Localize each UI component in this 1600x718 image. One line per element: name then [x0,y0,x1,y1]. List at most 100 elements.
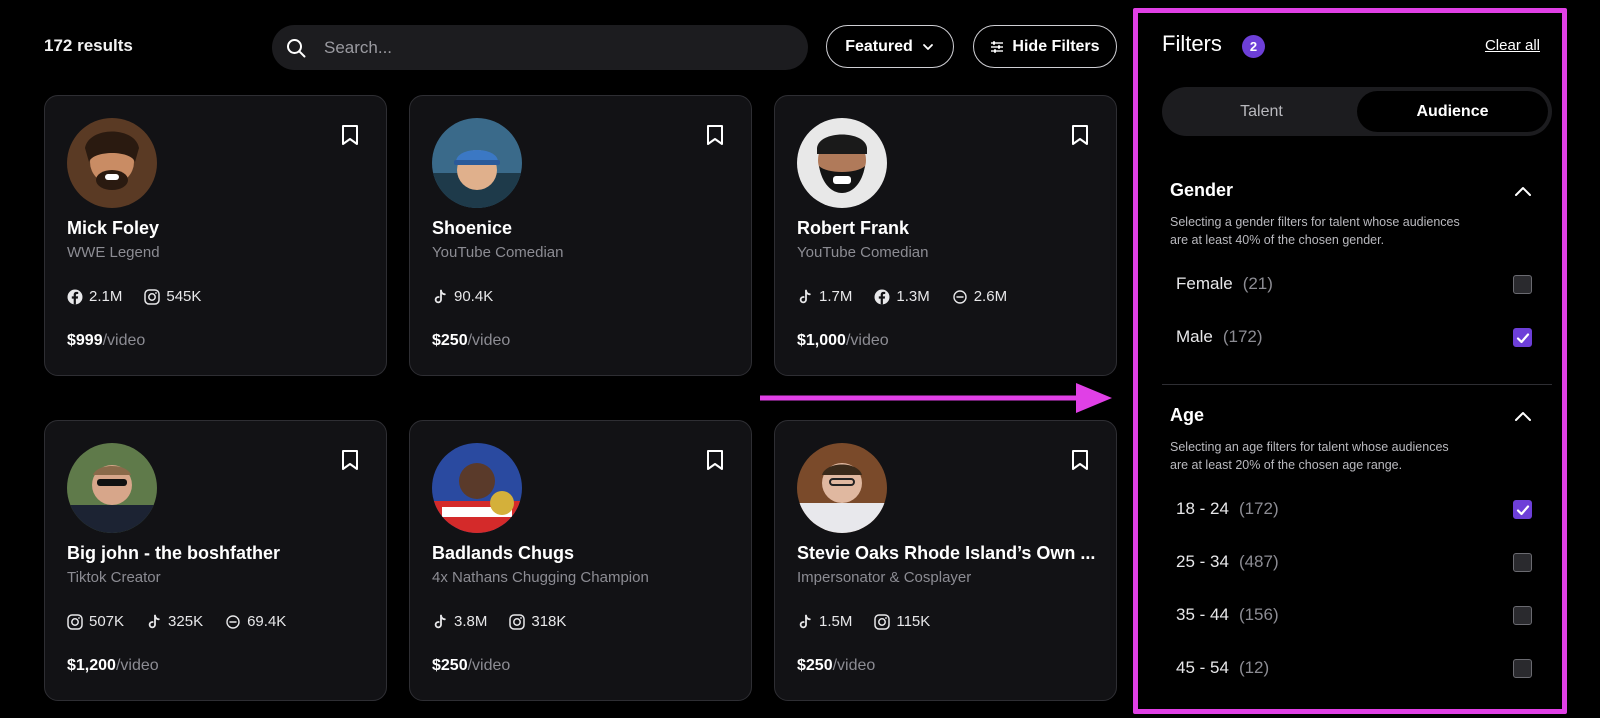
bookmark-icon[interactable] [340,124,360,146]
stat-value: 1.7M [819,288,853,305]
age-section-description: Selecting an age filters for talent whos… [1170,438,1530,474]
search-input[interactable] [324,37,808,58]
hide-filters-button[interactable]: Hide Filters [973,25,1117,68]
description-line: Selecting a gender filters for talent wh… [1170,215,1460,229]
sliders-icon [991,40,1004,53]
instagram-icon [144,289,160,305]
checkbox-female[interactable] [1513,275,1532,294]
checkmark-icon [1516,504,1529,515]
talent-role: 4x Nathans Chugging Champion [432,569,649,586]
avatar [67,443,157,533]
sort-dropdown[interactable]: Featured [826,25,954,68]
filter-panel: Filters 2 Clear all Talent Audience Gend… [1133,8,1567,714]
talent-card[interactable]: Robert Frank YouTube Comedian 1.7M 1.3M … [774,95,1117,376]
talent-card[interactable]: Big john - the boshfather Tiktok Creator… [44,420,387,701]
option-count: (172) [1222,327,1263,346]
talent-role: YouTube Comedian [432,244,564,261]
talent-card[interactable]: Shoenice YouTube Comedian 90.4K $250/vid… [409,95,752,376]
price-amount: $999 [67,332,103,349]
hide-filters-label: Hide Filters [1012,37,1100,55]
gender-option-male[interactable]: Male (172) [1176,327,1263,347]
bookmark-icon[interactable] [340,449,360,471]
price-unit: /video [845,332,889,349]
price-amount: $1,000 [797,332,846,349]
chevron-up-icon[interactable] [1514,410,1532,422]
stat-value: 1.5M [819,613,853,630]
tab-talent[interactable]: Talent [1166,91,1357,132]
talent-role: Impersonator & Cosplayer [797,569,972,586]
price-amount: $250 [432,332,468,349]
stat-value: 2.1M [89,288,123,305]
social-stats: 1.5M 115K [797,613,930,630]
stat-value: 2.6M [973,288,1008,305]
price: $250/video [432,657,510,675]
stat-value: 69.4K [247,613,287,630]
bookmark-icon[interactable] [705,449,725,471]
annotation-arrow-icon [760,383,1112,413]
stat-value: 115K [896,613,931,630]
filters-count-badge: 2 [1242,35,1265,58]
price-unit: /video [467,332,511,349]
gender-section-title[interactable]: Gender [1170,180,1233,201]
stat-value: 507K [89,613,125,630]
talent-role: YouTube Comedian [797,244,929,261]
social-stats: 2.1M 545K [67,288,201,305]
bookmark-icon[interactable] [1070,124,1090,146]
checkbox-18-24[interactable] [1513,500,1532,519]
talent-role: Tiktok Creator [67,569,161,586]
tiktok-icon [432,289,448,305]
price: $250/video [432,332,510,350]
talent-name: Big john - the boshfather [67,543,280,563]
price-unit: /video [467,657,511,674]
age-option-35-44[interactable]: 35 - 44 (156) [1176,605,1279,625]
option-label: 25 - 34 [1176,552,1229,571]
avatar [797,443,887,533]
description-line: Selecting an age filters for talent whos… [1170,440,1449,454]
tiktok-icon [797,614,813,630]
option-label: 18 - 24 [1176,499,1229,518]
gender-section-description: Selecting a gender filters for talent wh… [1170,213,1530,249]
price-amount: $250 [432,657,468,674]
checkbox-25-34[interactable] [1513,553,1532,572]
avatar [432,118,522,208]
tab-audience[interactable]: Audience [1357,91,1548,132]
checkbox-35-44[interactable] [1513,606,1532,625]
option-count: (12) [1238,658,1270,677]
search-bar[interactable] [272,25,808,70]
results-count: 172 results [44,36,133,55]
stat-value: 1.3M [896,288,930,305]
option-label: 45 - 54 [1176,658,1229,677]
bookmark-icon[interactable] [705,124,725,146]
option-count: (156) [1238,605,1279,624]
stat-value: 318K [531,613,567,630]
gender-option-female[interactable]: Female (21) [1176,274,1273,294]
talent-card[interactable]: Stevie Oaks Rhode Island’s Own ... Imper… [774,420,1117,701]
age-option-25-34[interactable]: 25 - 34 (487) [1176,552,1279,572]
filter-type-toggle: Talent Audience [1162,87,1552,136]
talent-name: Robert Frank [797,218,910,238]
talent-card[interactable]: Mick Foley WWE Legend 2.1M 545K $999/vid… [44,95,387,376]
chevron-up-icon[interactable] [1514,185,1532,197]
facebook-icon [874,289,890,305]
age-section-title[interactable]: Age [1170,405,1204,426]
description-line: are at least 20% of the chosen age range… [1170,458,1403,472]
social-stats: 90.4K [432,288,493,305]
checkmark-icon [1516,332,1529,343]
filters-title: Filters [1162,31,1222,56]
price: $250/video [797,657,875,675]
checkbox-45-54[interactable] [1513,659,1532,678]
checkbox-male[interactable] [1513,328,1532,347]
instagram-icon [509,614,525,630]
chevron-down-icon [922,43,933,50]
instagram-icon [874,614,890,630]
description-line: are at least 40% of the chosen gender. [1170,233,1385,247]
age-option-45-54[interactable]: 45 - 54 (12) [1176,658,1269,678]
age-option-18-24[interactable]: 18 - 24 (172) [1176,499,1279,519]
bookmark-icon[interactable] [1070,449,1090,471]
talent-card[interactable]: Badlands Chugs 4x Nathans Chugging Champ… [409,420,752,701]
avatar [67,118,157,208]
clear-all-link[interactable]: Clear all [1485,37,1540,54]
price: $1,000/video [797,332,889,350]
social-stats: 1.7M 1.3M 2.6M [797,288,1007,305]
option-count: (487) [1238,552,1279,571]
